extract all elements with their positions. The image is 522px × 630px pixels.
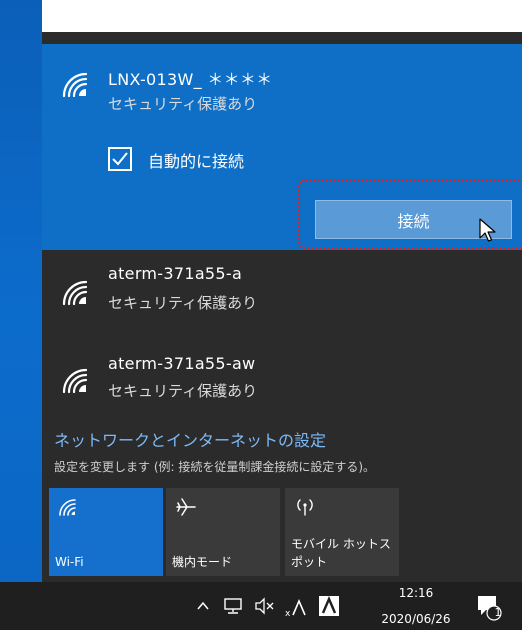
wifi-toggle-tile[interactable]: Wi-Fi xyxy=(49,488,163,576)
network-security: セキュリティ保護あり xyxy=(108,382,258,400)
auto-connect-label: 自動的に接続 xyxy=(148,152,245,171)
wifi-secured-icon xyxy=(62,280,88,306)
network-item[interactable]: aterm-371a55-a セキュリティ保護あり xyxy=(42,250,522,340)
volume-muted-icon[interactable] xyxy=(254,597,276,615)
checkmark-icon xyxy=(112,152,128,166)
network-settings-description: 設定を変更します (例: 接続を従量制課金接続に設定する)。 xyxy=(54,460,376,474)
network-item[interactable]: aterm-371a55-aw セキュリティ保護あり xyxy=(42,340,522,430)
svg-text:x: x xyxy=(285,609,291,618)
network-name: LNX-013W_ ＊＊＊＊ xyxy=(108,70,273,89)
flyout-top-edge xyxy=(42,32,522,44)
mobile-hotspot-tile[interactable]: モバイル ホットス ポット xyxy=(285,488,399,576)
network-name: aterm-371a55-a xyxy=(108,264,243,283)
network-security: セキュリティ保護あり xyxy=(108,294,258,312)
network-flyout: LNX-013W_ ＊＊＊＊ セキュリティ保護あり 自動的に接続 接続 ater… xyxy=(42,32,522,582)
clock-time[interactable]: 12:16 xyxy=(386,586,446,600)
tile-label: モバイル ホットス xyxy=(291,537,391,551)
mouse-cursor-icon xyxy=(479,218,496,242)
wifi-secured-icon xyxy=(62,368,88,394)
tile-label: 機内モード xyxy=(172,555,233,569)
airplane-mode-tile[interactable]: 機内モード xyxy=(166,488,280,576)
notification-count-badge: 1 xyxy=(494,606,502,619)
wifi-secured-icon xyxy=(62,72,88,98)
clock-date[interactable]: 2020/06/26 xyxy=(368,612,464,626)
wifi-icon xyxy=(59,499,76,516)
auto-connect-checkbox[interactable] xyxy=(108,147,132,171)
network-item-selected[interactable]: LNX-013W_ ＊＊＊＊ セキュリティ保護あり 自動的に接続 接続 xyxy=(42,44,522,250)
airplane-icon xyxy=(176,498,196,516)
chevron-up-icon[interactable] xyxy=(196,600,210,612)
tile-label: ポット xyxy=(291,555,328,569)
adobe-icon[interactable] xyxy=(318,595,340,617)
network-settings-link[interactable]: ネットワークとインターネットの設定 xyxy=(54,427,326,451)
hotspot-icon xyxy=(297,499,313,516)
tile-label: Wi-Fi xyxy=(55,555,84,569)
network-security: セキュリティ保護あり xyxy=(108,95,258,113)
desktop-background xyxy=(0,0,42,582)
network-wired-icon[interactable] xyxy=(222,597,244,615)
network-name: aterm-371a55-aw xyxy=(108,354,256,373)
input-indicator-icon[interactable]: x xyxy=(284,596,310,618)
